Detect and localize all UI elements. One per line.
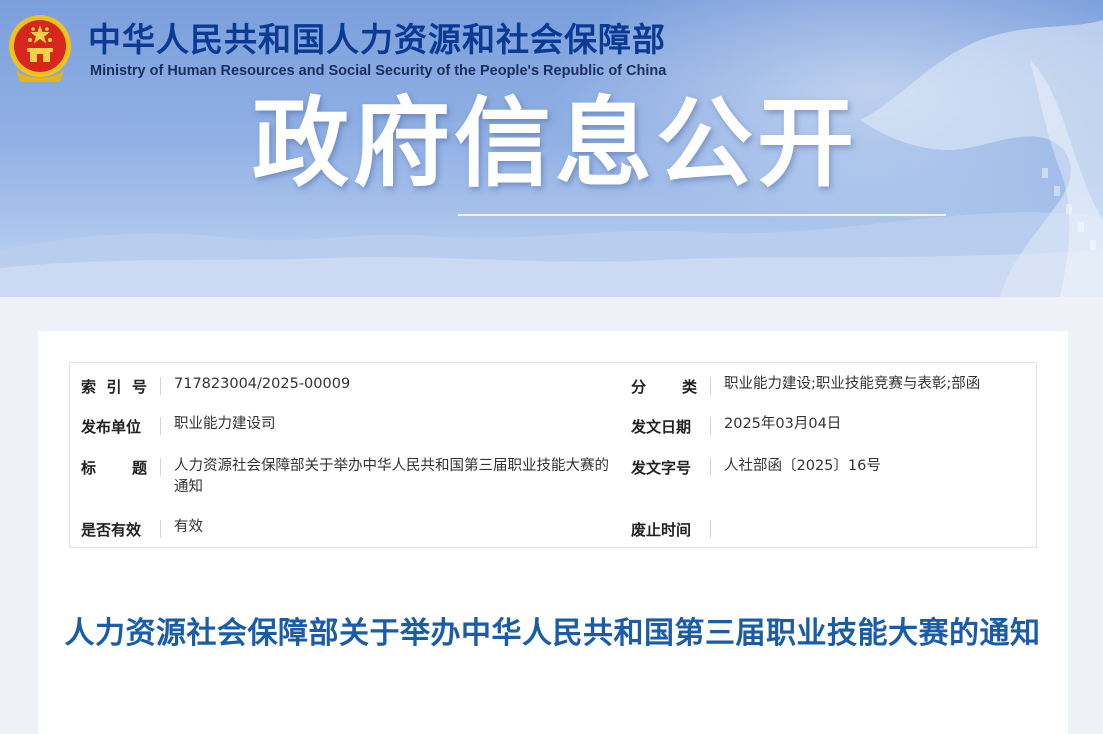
banner-divider	[458, 214, 946, 216]
document-title: 人力资源社会保障部关于举办中华人民共和国第三届职业技能大赛的通知	[64, 616, 1041, 651]
ministry-name-cn: 中华人民共和国人力资源和社会保障部	[88, 20, 666, 59]
label-separator	[710, 520, 711, 538]
label-char: 号	[131, 378, 147, 396]
metadata-table: 索 引 号 717823004/2025-00009 分 类 职业能力建设;职业…	[69, 362, 1037, 548]
issuer-label: 发布单位	[81, 418, 142, 436]
issue-date-label: 发文日期	[631, 418, 692, 436]
national-emblem-icon	[9, 15, 71, 82]
title-label: 标 题	[81, 457, 147, 478]
label-char: 类	[681, 378, 697, 396]
label-char: 索	[81, 378, 97, 396]
ministry-name-en: Ministry of Human Resources and Social S…	[90, 63, 667, 79]
label-char: 题	[131, 459, 147, 477]
doc-number-label: 发文字号	[631, 459, 692, 477]
category-label: 分 类	[631, 376, 697, 397]
label-separator	[160, 520, 161, 538]
title-value: 人力资源社会保障部关于举办中华人民共和国第三届职业技能大赛的通知	[174, 458, 609, 495]
index-number-label: 索 引 号	[81, 376, 147, 397]
label-char: 引	[106, 378, 122, 396]
repeal-date-label: 废止时间	[631, 521, 692, 539]
label-separator	[710, 377, 711, 395]
issue-date-value: 2025年03月04日	[724, 416, 842, 432]
category-value: 职业能力建设;职业技能竞赛与表彰;部函	[724, 376, 981, 392]
label-separator	[160, 417, 161, 435]
validity-label: 是否有效	[81, 521, 142, 539]
doc-number-value: 人社部函〔2025〕16号	[724, 458, 881, 474]
header-banner: 中华人民共和国人力资源和社会保障部 Ministry of Human Reso…	[0, 0, 1103, 297]
label-separator	[160, 458, 161, 476]
issuer-value: 职业能力建设司	[174, 416, 276, 432]
index-number-value: 717823004/2025-00009	[174, 376, 351, 392]
label-char: 标	[81, 459, 97, 477]
banner-title: 政府信息公开	[252, 87, 858, 200]
label-char: 分	[631, 378, 647, 396]
label-separator	[710, 458, 711, 476]
label-separator	[160, 377, 161, 395]
label-separator	[710, 417, 711, 435]
validity-value: 有效	[174, 519, 203, 535]
